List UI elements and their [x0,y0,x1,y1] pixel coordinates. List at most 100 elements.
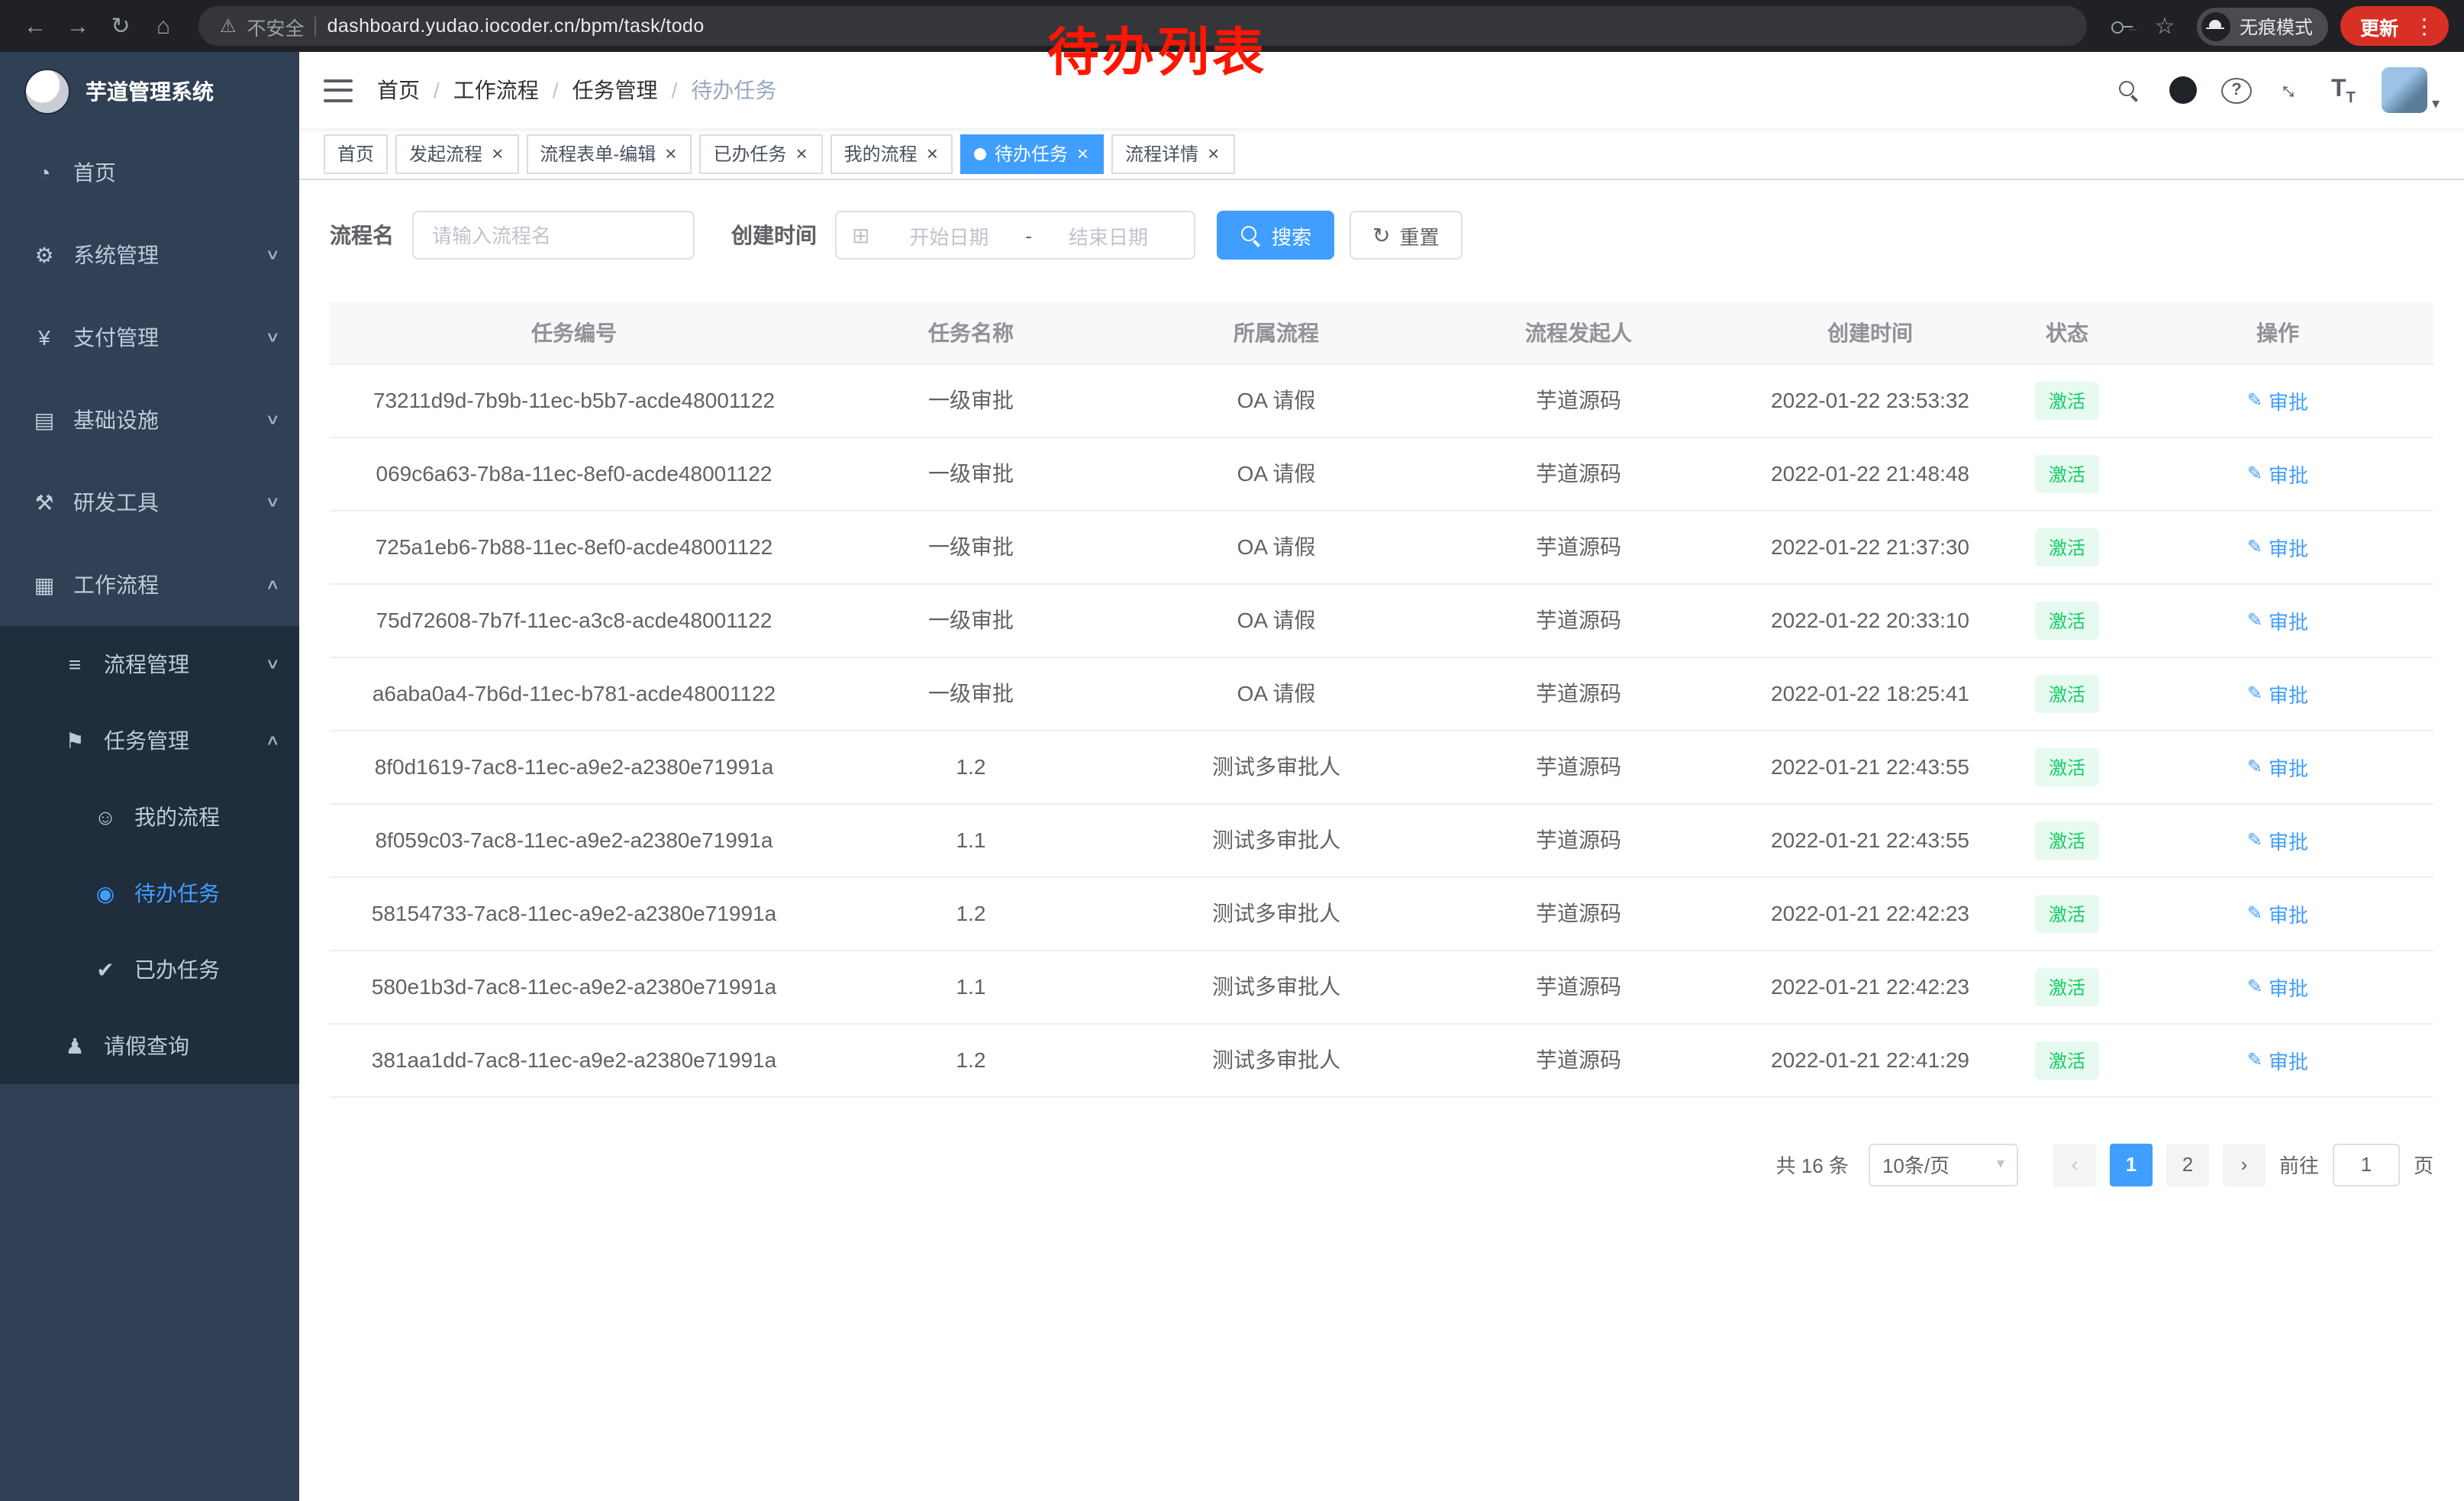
sidebar-item-label: 研发工具 [73,487,159,518]
back-icon[interactable]: ← [15,6,55,46]
page-button-1[interactable]: 1 [2110,1143,2153,1186]
tag-my-process[interactable]: 我的流程× [830,134,953,173]
status-badge: 激活 [2035,454,2099,492]
breadcrumb-item-task-manage[interactable]: 任务管理 [572,75,658,105]
approve-button[interactable]: ✎审批 [2247,899,2308,928]
sidebar-toggle-icon[interactable] [324,79,353,102]
tag-process-form-edit[interactable]: 流程表单-编辑 × [526,134,692,173]
date-separator: - [1019,224,1038,247]
sidebar-item-label: 系统管理 [73,240,159,270]
column-header: 创建时间 [1728,302,2012,363]
approve-button-label: 审批 [2269,532,2308,561]
tag-home[interactable]: 首页 [324,134,388,173]
breadcrumb-item-home[interactable]: 首页 [377,75,420,105]
more-icon[interactable]: ⋮ [2406,13,2443,39]
approve-button[interactable]: ✎审批 [2247,679,2308,708]
date-end-placeholder[interactable]: 结束日期 [1038,221,1179,250]
github-icon[interactable] [2168,73,2198,107]
approve-button[interactable]: ✎审批 [2247,1045,2308,1074]
sidebar-item-task-manage[interactable]: ⚑任务管理∧ [0,702,299,779]
tag-todo-tasks[interactable]: 待办任务× [961,134,1104,173]
table-header-row: 任务编号任务名称所属流程流程发起人创建时间状态操作 [330,302,2433,363]
sidebar-item-workflow[interactable]: ▦工作流程∧ [0,544,299,626]
tag-done-tasks[interactable]: 已办任务× [699,134,822,173]
close-icon[interactable]: × [1206,144,1221,163]
task-id-cell: 73211d9d-7b9b-11ec-b5b7-acde48001122 [330,363,818,437]
tag-start-process[interactable]: 发起流程× [395,134,518,173]
sidebar-item-leave-query[interactable]: ♟请假查询 [0,1008,299,1084]
page-size-select[interactable]: 10条/页 ▾ [1869,1143,2018,1186]
approve-button[interactable]: ✎审批 [2247,825,2308,854]
my-process-icon: ☺ [92,805,119,829]
task-id-cell: 381aa1dd-7ac8-11ec-a9e2-a2380e71991a [330,1023,818,1096]
table-row: 069c6a63-7b8a-11ec-8ef0-acde48001122一级审批… [330,437,2433,510]
create-time-cell: 2022-01-22 21:48:48 [1728,437,2012,510]
status-cell: 激活 [2012,876,2122,950]
search-icon[interactable] [2114,73,2145,107]
process-cell: 测试多审批人 [1124,803,1429,876]
initiator-cell: 芋道源码 [1429,950,1728,1023]
user-avatar[interactable]: ▾ [2382,67,2440,113]
close-icon[interactable]: × [490,144,505,163]
date-range-picker[interactable]: ⊞ 开始日期 - 结束日期 [835,211,1195,260]
tag-process-detail[interactable]: 流程详情× [1111,134,1234,173]
address-bar[interactable]: ⚠ 不安全 dashboard.yudao.iocoder.cn/bpm/tas… [198,6,2087,46]
search-button[interactable]: 搜索 [1217,211,1334,260]
task-name-cell: 1.2 [818,730,1124,803]
breadcrumb-item-workflow[interactable]: 工作流程 [453,75,539,105]
process-cell: OA 请假 [1124,363,1429,437]
prev-page-button[interactable]: ‹ [2053,1143,2096,1186]
table-row: 58154733-7ac8-11ec-a9e2-a2380e71991a1.2测… [330,876,2433,950]
next-page-button[interactable]: › [2223,1143,2266,1186]
status-badge: 激活 [2035,381,2099,419]
approve-button[interactable]: ✎审批 [2247,386,2308,415]
process-name-input[interactable] [412,211,695,260]
reset-button-label: 重置 [1400,221,1440,250]
approve-button[interactable]: ✎ 审批 [2247,532,2308,561]
fontsize-icon[interactable]: T [2328,73,2359,107]
action-cell: ✎审批 [2122,876,2433,950]
sidebar-item-system[interactable]: ⚙系统管理∨ [0,214,299,296]
approve-button[interactable]: ✎审批 [2247,459,2308,488]
close-icon[interactable]: × [663,144,678,163]
sidebar-item-my-process[interactable]: ☺我的流程 [0,779,299,855]
warning-icon: ⚠ [220,15,237,37]
star-icon[interactable]: ☆ [2145,6,2185,46]
action-cell: ✎审批 [2122,657,2433,730]
reset-button[interactable]: ↻ 重置 [1350,211,1463,260]
security-label[interactable]: 不安全 [247,11,305,40]
edit-icon: ✎ [2247,536,2262,557]
update-button[interactable]: 更新 ⋮ [2340,6,2449,46]
initiator-cell: 芋道源码 [1429,1023,1728,1096]
sidebar-item-devtools[interactable]: ⚒研发工具∨ [0,461,299,544]
approve-button[interactable]: ✎审批 [2247,605,2308,634]
page-button-2[interactable]: 2 [2166,1143,2209,1186]
chevron-down-icon: ∨ [265,247,280,263]
approve-button[interactable]: ✎审批 [2247,972,2308,1001]
logo[interactable]: 芋道管理系统 [0,52,299,131]
tag-label: 流程表单-编辑 [540,140,656,166]
create-time-cell: 2022-01-21 22:43:55 [1728,803,2012,876]
sidebar-item-payment[interactable]: ¥支付管理∨ [0,296,299,379]
forward-icon[interactable]: → [58,6,98,46]
task-id-cell: 75d72608-7b7f-11ec-a3c8-acde48001122 [330,583,818,657]
url-text[interactable]: dashboard.yudao.iocoder.cn/bpm/task/todo [327,15,705,37]
approve-button[interactable]: ✎审批 [2247,752,2308,781]
sidebar-item-home[interactable]: ◔首页 [0,131,299,214]
fullscreen-icon[interactable]: ↔ [2267,67,2312,112]
status-cell: 激活 [2012,583,2122,657]
sidebar-item-process-manage[interactable]: ≡流程管理∨ [0,626,299,702]
close-icon[interactable]: × [925,144,940,163]
status-badge: 激活 [2035,674,2099,712]
sidebar-item-todo-tasks[interactable]: ◉待办任务 [0,855,299,931]
close-icon[interactable]: × [1076,144,1090,163]
sidebar-item-infrastructure[interactable]: ▤基础设施∨ [0,379,299,461]
date-start-placeholder[interactable]: 开始日期 [879,221,1019,250]
key-icon[interactable] [2102,6,2142,46]
help-icon[interactable] [2221,77,2252,103]
goto-page-input[interactable] [2333,1143,2400,1186]
home-icon[interactable]: ⌂ [144,6,183,46]
close-icon[interactable]: × [794,144,808,163]
sidebar-item-done-tasks[interactable]: ✔已办任务 [0,931,299,1008]
reload-icon[interactable]: ↻ [101,6,140,46]
